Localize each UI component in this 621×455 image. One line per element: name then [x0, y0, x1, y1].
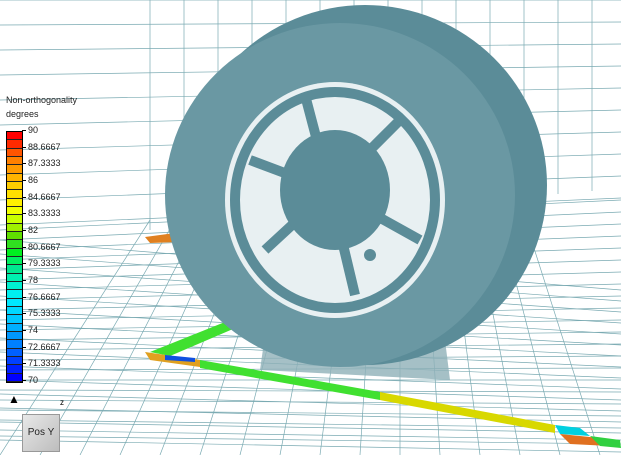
- color-scale-segment: [7, 132, 22, 141]
- color-scale-segment: [7, 273, 22, 282]
- color-scale-segment: [7, 323, 22, 332]
- grid-line: [39, 219, 176, 455]
- color-scale-segment: [7, 265, 22, 274]
- legend-tick-label: 90: [22, 125, 38, 135]
- color-scale-segment: [7, 331, 22, 341]
- color-scale-segment: [7, 223, 22, 232]
- legend-units: degrees: [6, 109, 39, 119]
- legend-tick-label: 72.6667: [22, 342, 61, 352]
- color-scale-segment: [7, 181, 22, 191]
- color-scale-segment: [7, 173, 22, 182]
- legend-tick-label: 79.3333: [22, 258, 61, 268]
- home-icon[interactable]: ▲: [8, 392, 20, 406]
- color-scale-segment: [7, 281, 22, 291]
- 3d-viewport[interactable]: [0, 0, 621, 455]
- z-axis-label: z: [60, 398, 64, 407]
- legend-tick-label: 71.3333: [22, 358, 61, 368]
- legend-tick-label: 87.3333: [22, 158, 61, 168]
- color-scale-bar: [6, 131, 23, 383]
- color-scale-segment: [7, 156, 22, 166]
- legend-tick-label: 88.6667: [22, 142, 61, 152]
- color-scale-segment: [7, 365, 22, 374]
- color-scale-segment: [7, 298, 22, 307]
- color-scale-segment: [7, 373, 22, 382]
- legend-tick-label: 83.3333: [22, 208, 61, 218]
- legend-tick-label: 78: [22, 275, 38, 285]
- legend-tick-label: 75.3333: [22, 308, 61, 318]
- view-cube[interactable]: Pos Y: [22, 414, 60, 452]
- color-scale-segment: [7, 165, 22, 174]
- legend-title: Non-orthogonality: [6, 95, 78, 105]
- legend-tick-label: 84.6667: [22, 192, 61, 202]
- legend-tick-label: 80.6667: [22, 242, 61, 252]
- color-scale-segment: [7, 140, 22, 149]
- color-scale-segment: [7, 356, 22, 366]
- color-scale-segment: [7, 215, 22, 224]
- color-scale-segment: [7, 306, 22, 316]
- legend-tick-label: 76.6667: [22, 292, 61, 302]
- color-scale-segment: [7, 231, 22, 241]
- color-scale-segment: [7, 248, 22, 257]
- color-scale-segment: [7, 340, 22, 349]
- color-scale-segment: [7, 190, 22, 199]
- color-scale-segment: [7, 206, 22, 216]
- legend-tick-label: 82: [22, 225, 38, 235]
- color-scale-segment: [7, 348, 22, 357]
- color-scale-segment: [7, 290, 22, 299]
- legend-tick-label: 74: [22, 325, 38, 335]
- color-scale-segment: [7, 148, 22, 157]
- legend-tick-label: 70: [22, 375, 38, 385]
- color-scale-segment: [7, 315, 22, 324]
- color-scale-segment: [7, 198, 22, 207]
- grid-line: [0, 393, 621, 412]
- view-cube-label: Pos Y: [27, 427, 55, 438]
- grid-line: [0, 439, 621, 453]
- color-scale-segment: [7, 240, 22, 249]
- grid-line: [0, 399, 621, 405]
- legend-tick-label: 86: [22, 175, 38, 185]
- color-scale-segment: [7, 256, 22, 266]
- grid-line: [0, 435, 621, 445]
